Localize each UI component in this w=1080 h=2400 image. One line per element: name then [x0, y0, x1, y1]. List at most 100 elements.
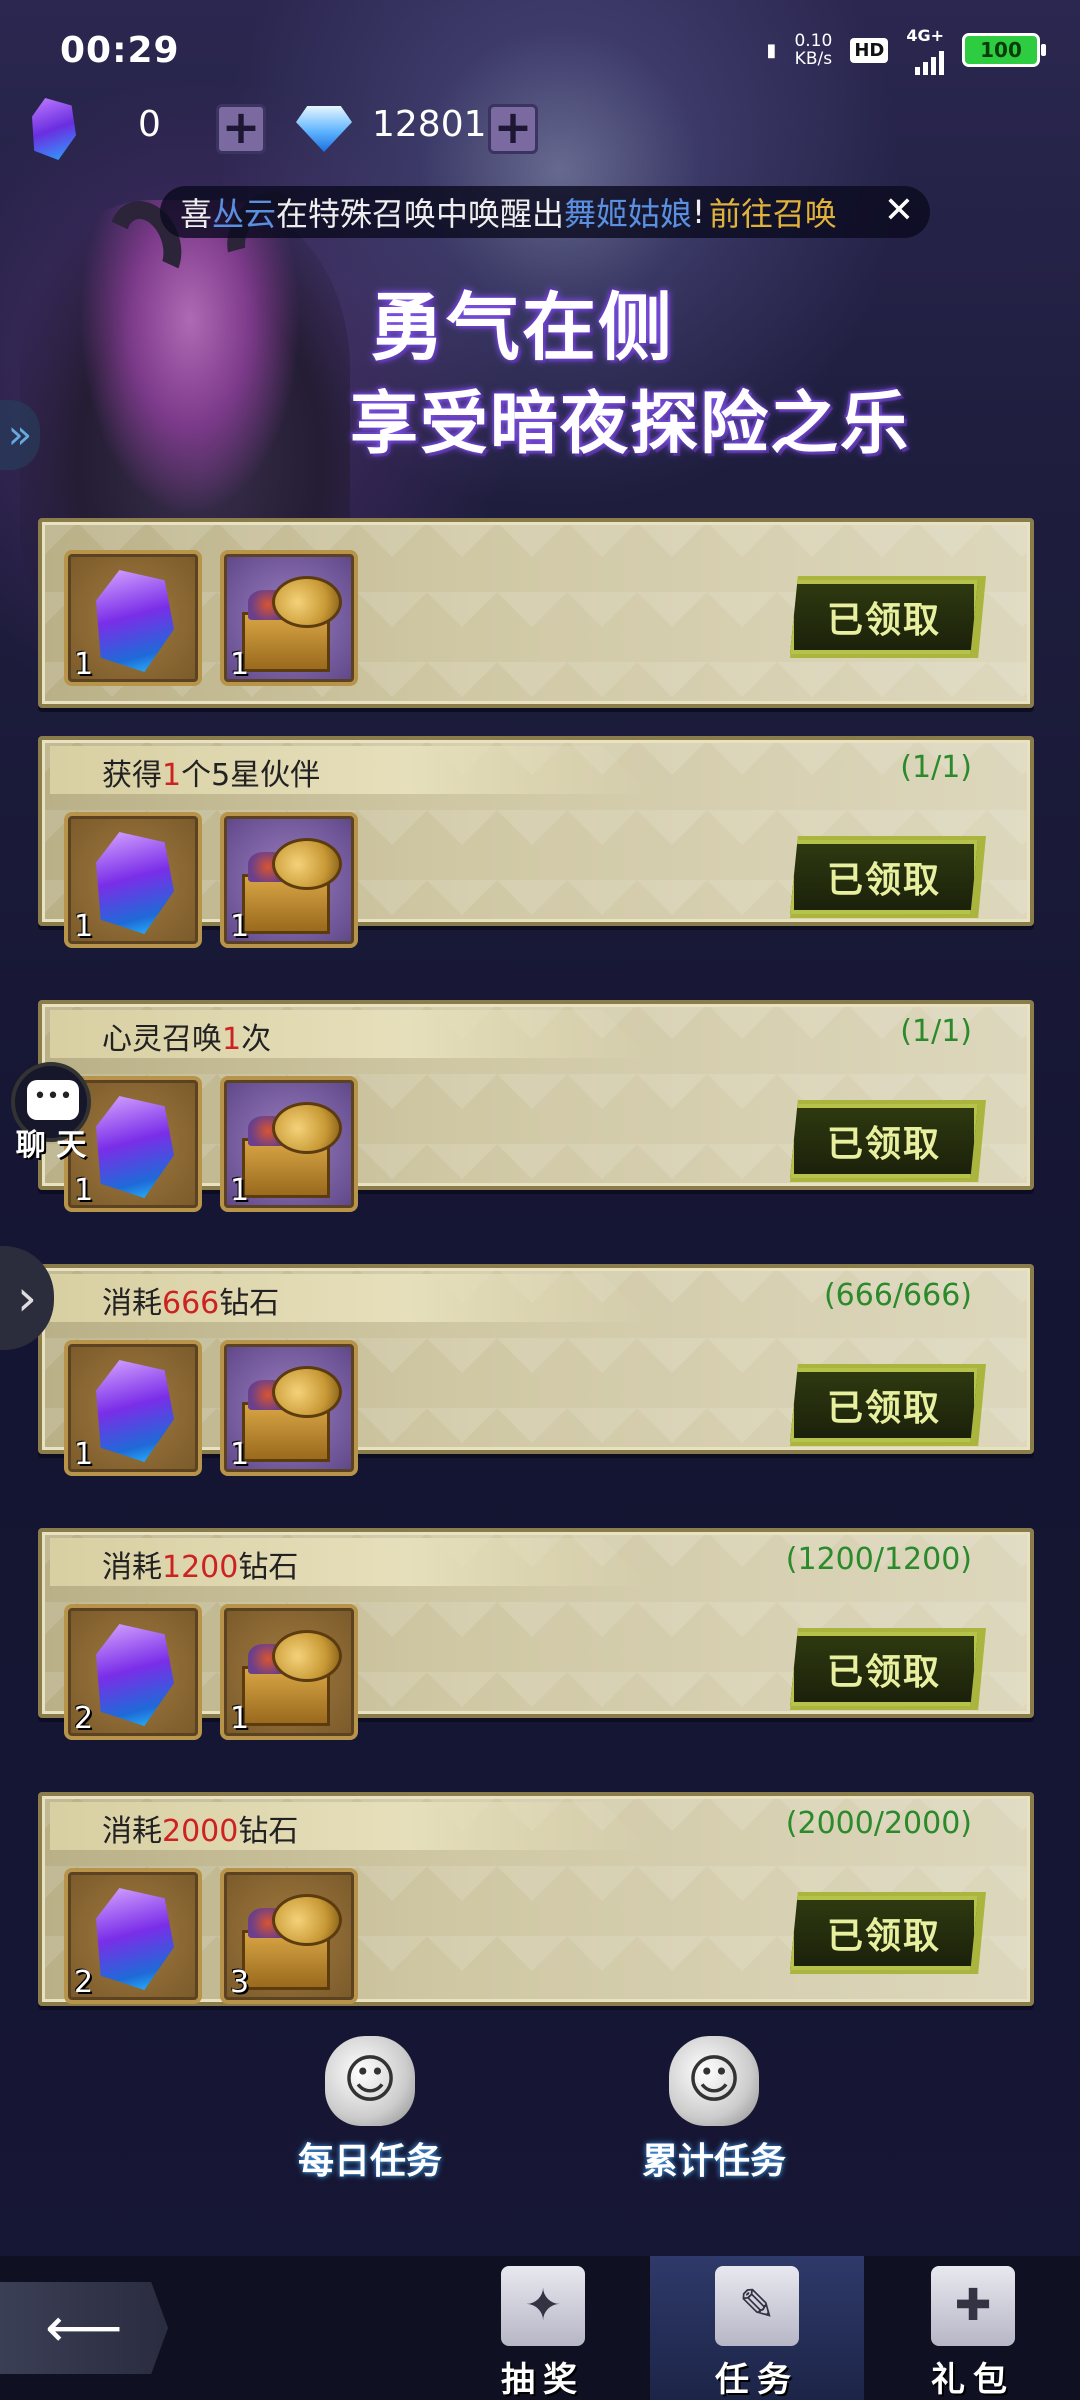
- signal-group: 4G+: [906, 26, 944, 75]
- chat-label: 聊 天: [15, 1128, 87, 1163]
- reward-chest[interactable]: 1: [220, 1604, 358, 1740]
- reward-chest[interactable]: 1: [220, 1076, 358, 1212]
- banner-title-line1: 勇气在侧: [370, 285, 674, 371]
- add-crystal-button[interactable]: +: [216, 104, 266, 154]
- ticker-exclaim: !: [692, 193, 705, 231]
- pumpkin-icon: [325, 2036, 415, 2126]
- reward-count: 2: [74, 1701, 94, 1736]
- nav-gift-label: 礼包: [931, 2360, 1015, 2400]
- task-type-tabs: 每日任务 累计任务: [0, 2028, 1080, 2198]
- battery-level: 100: [980, 38, 1022, 62]
- chat-button[interactable]: 聊 天: [6, 1062, 96, 1172]
- reward-count: 1: [74, 909, 94, 944]
- task-progress: (1/1): [900, 750, 972, 785]
- task-card: 获得1个5星伙伴 (1/1) 1 1 已领取: [38, 736, 1034, 948]
- task-card: 心灵召唤1次 (1/1) 1 1 已领取: [38, 1000, 1034, 1212]
- tab-cumulative-tasks[interactable]: 累计任务: [634, 2036, 794, 2184]
- status-icons: ▮ 0.10 KB/s HD 4G+ 100: [766, 26, 1046, 75]
- nav-draw[interactable]: 抽奖: [436, 2256, 650, 2400]
- reward-count: 1: [74, 1437, 94, 1472]
- tab-daily-label: 每日任务: [297, 2141, 442, 2182]
- reward-count: 2: [74, 1965, 94, 2000]
- diamond-value: 12801: [372, 104, 487, 145]
- add-diamond-button[interactable]: +: [488, 104, 538, 154]
- status-bar: 00:29 ▮ 0.10 KB/s HD 4G+ 100: [0, 0, 1080, 100]
- reward-chest[interactable]: 1: [220, 1340, 358, 1476]
- bottom-nav: ⟵ 抽奖 任务 礼包: [0, 2256, 1080, 2400]
- task-progress: (1200/1200): [785, 1542, 972, 1577]
- crystal-icon: [32, 98, 76, 160]
- nav-task-label: 任务: [715, 2360, 799, 2400]
- network-type: 4G+: [906, 25, 944, 45]
- claimed-button[interactable]: 已领取: [790, 580, 978, 654]
- chest-icon: [242, 838, 342, 934]
- crystal-icon: [96, 1624, 174, 1726]
- reward-count: 1: [230, 1173, 250, 1208]
- back-button[interactable]: ⟵: [0, 2282, 168, 2374]
- ticker-goto-link[interactable]: 前往召唤: [709, 189, 837, 235]
- diamond-icon: [296, 106, 352, 152]
- currency-bar: 0 + 12801 +: [0, 92, 1080, 164]
- claimed-button[interactable]: 已领取: [790, 840, 978, 914]
- claimed-button[interactable]: 已领取: [790, 1632, 978, 1706]
- reward-count: 1: [74, 1173, 94, 1208]
- status-time: 00:29: [60, 29, 180, 71]
- nav-draw-label: 抽奖: [501, 2360, 585, 2400]
- task-card: 消耗1200钻石 (1200/1200) 2 1 已领取: [38, 1528, 1034, 1740]
- chest-icon: [242, 1102, 342, 1198]
- chest-icon: [242, 1894, 342, 1990]
- crystal-icon: [96, 832, 174, 934]
- hd-badge: HD: [850, 37, 889, 63]
- chest-icon: [242, 1366, 342, 1462]
- task-title: 心灵召唤1次: [102, 1022, 272, 1057]
- cards-icon: [501, 2266, 585, 2346]
- announcement-ticker[interactable]: 喜 丛云 在特殊召唤中唤醒出 舞姬姑娘 ! 前往召唤 ✕: [160, 186, 930, 238]
- nav-gift[interactable]: 礼包: [866, 2256, 1080, 2400]
- task-card: 1 1 已领取: [38, 518, 1034, 708]
- claimed-button[interactable]: 已领取: [790, 1896, 978, 1970]
- task-title: 获得1个5星伙伴: [102, 758, 321, 793]
- task-progress: (666/666): [823, 1278, 972, 1313]
- ticker-message: 在特殊召唤中唤醒出: [276, 195, 565, 233]
- task-card: 消耗2000钻石 (2000/2000) 2 3 已领取: [38, 1792, 1034, 2006]
- net-speed-value: 0.10: [794, 31, 833, 51]
- reward-chest[interactable]: 1: [220, 550, 358, 686]
- banner-title-line2: 享受暗夜探险之乐: [350, 384, 911, 464]
- crystal-icon: [96, 570, 174, 672]
- task-progress: (2000/2000): [785, 1806, 972, 1841]
- reward-count: 1: [230, 1437, 250, 1472]
- reward-count: 1: [230, 647, 250, 682]
- reward-crystal[interactable]: 2: [64, 1604, 202, 1740]
- reward-crystal[interactable]: 1: [64, 812, 202, 948]
- task-title: 消耗2000钻石: [102, 1814, 299, 1849]
- crystal-value: 0: [138, 104, 161, 145]
- crystal-icon: [96, 1888, 174, 1990]
- task-card: 消耗666钻石 (666/666) 1 1 已领取: [38, 1264, 1034, 1476]
- task-title: 消耗666钻石: [102, 1286, 280, 1321]
- reward-crystal[interactable]: 2: [64, 1868, 202, 2004]
- ticker-player-name: 丛云: [212, 195, 277, 233]
- task-progress: (1/1): [900, 1014, 972, 1049]
- crystal-icon: [96, 1096, 174, 1198]
- gift-icon: [931, 2266, 1015, 2346]
- ticker-prefix: 喜: [180, 195, 213, 233]
- vibrate-icon: ▮: [766, 39, 777, 61]
- signal-icon: [915, 45, 944, 75]
- reward-chest[interactable]: 1: [220, 812, 358, 948]
- reward-count: 1: [230, 1701, 250, 1736]
- tab-daily-tasks[interactable]: 每日任务: [290, 2036, 450, 2184]
- scroll-quill-icon: [715, 2266, 799, 2346]
- reward-crystal[interactable]: 1: [64, 550, 202, 686]
- close-icon[interactable]: ✕: [884, 192, 914, 230]
- chest-icon: [242, 1630, 342, 1726]
- task-title: 消耗1200钻石: [102, 1550, 299, 1585]
- claimed-button[interactable]: 已领取: [790, 1104, 978, 1178]
- reward-crystal[interactable]: 1: [64, 1340, 202, 1476]
- nav-task[interactable]: 任务: [650, 2256, 864, 2400]
- reward-count: 1: [74, 647, 94, 682]
- ticker-hero-name: 舞姬姑娘: [564, 195, 693, 233]
- reward-chest[interactable]: 3: [220, 1868, 358, 2004]
- reward-count: 3: [230, 1965, 250, 2000]
- claimed-button[interactable]: 已领取: [790, 1368, 978, 1442]
- net-speed-unit: KB/s: [794, 49, 833, 69]
